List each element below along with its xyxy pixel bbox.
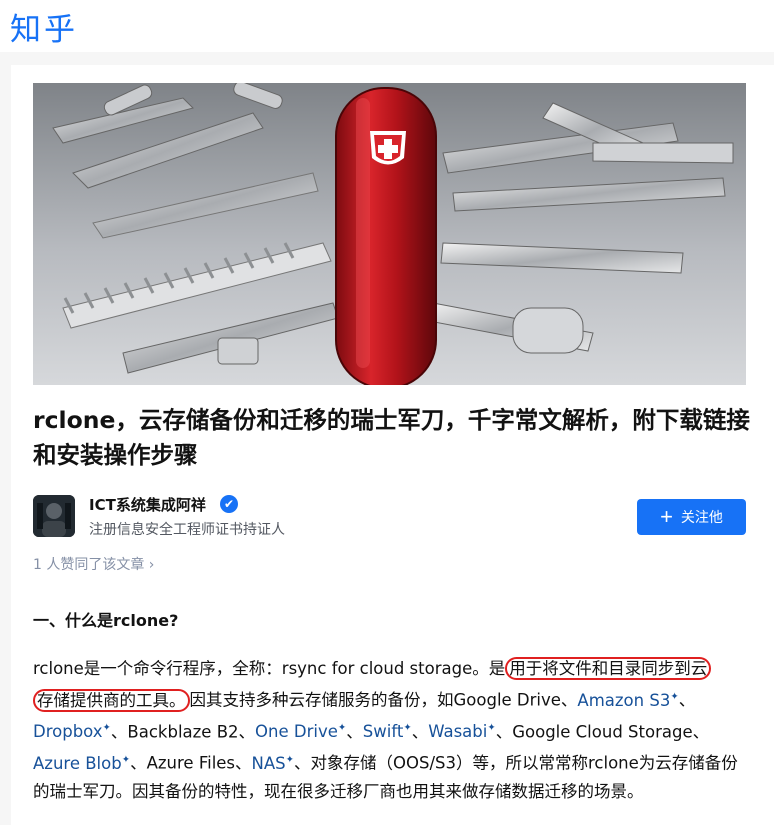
- link-one-drive[interactable]: One Drive✦: [255, 722, 346, 741]
- para-text: 、Google Cloud Storage、: [495, 722, 710, 741]
- verified-badge-icon: ✔: [220, 495, 238, 513]
- author-avatar[interactable]: [33, 495, 75, 537]
- top-bar: 知乎: [0, 0, 774, 52]
- zhihu-logo[interactable]: 知乎: [10, 4, 78, 49]
- follow-button-label: 关注他: [680, 509, 723, 525]
- para-text: 因其支持多种云存储服务的备份，如Google Drive、: [189, 690, 578, 710]
- follow-button[interactable]: + 关注他: [637, 499, 746, 535]
- article-title: rclone，云存储备份和迁移的瑞士军刀，千字常文解析，附下载链接和安装操作步骤: [33, 406, 750, 469]
- highlight-circle-2: 存储提供商的工具。: [33, 688, 190, 712]
- para-text: 、Azure Files、: [130, 753, 252, 773]
- section-heading: 一、什么是rclone?: [33, 611, 179, 630]
- link-sparkle-icon: ✦: [403, 722, 412, 734]
- para-text: rclone是一个命令行程序，全称：rsync for cloud storag…: [33, 659, 506, 678]
- link-dropbox[interactable]: Dropbox✦: [33, 722, 111, 741]
- para-text: 、: [678, 690, 696, 710]
- link-sparkle-icon: ✦: [121, 754, 131, 765]
- author-description: 注册信息安全工程师证书持证人: [89, 522, 285, 538]
- link-sparkle-icon: ✦: [285, 754, 295, 765]
- hero-image-swiss-army-knife: [33, 83, 746, 385]
- para-text: 、Backblaze B2、: [110, 722, 256, 741]
- avatar-image: [33, 495, 75, 537]
- link-sparkle-icon: ✦: [670, 691, 679, 702]
- article-paragraph: rclone是一个命令行程序，全称：rsync for cloud storag…: [33, 655, 753, 806]
- article-card: rclone，云存储备份和迁移的瑞士军刀，千字常文解析，附下载链接和安装操作步骤…: [11, 65, 774, 825]
- link-sparkle-icon: ✦: [337, 722, 347, 734]
- link-sparkle-icon: ✦: [102, 722, 111, 734]
- author-name[interactable]: ICT系统集成阿祥: [89, 494, 206, 515]
- link-sparkle-icon: ✦: [487, 722, 496, 734]
- swiss-army-knife-illustration: [33, 83, 746, 385]
- link-swift[interactable]: Swift✦: [363, 722, 412, 741]
- para-text: 、: [411, 722, 429, 741]
- plus-icon: +: [660, 504, 673, 529]
- link-amazon-s3[interactable]: Amazon S3✦: [577, 691, 678, 710]
- highlight-circle-1: 用于将文件和目录同步到云: [505, 657, 712, 680]
- link-nas[interactable]: NAS✦: [252, 754, 295, 773]
- link-azure-blob[interactable]: Azure Blob✦: [33, 754, 130, 773]
- link-wasabi[interactable]: Wasabi✦: [428, 722, 496, 741]
- para-text: 、: [346, 722, 363, 741]
- likers-link[interactable]: 1 人赞同了该文章 ›: [33, 554, 154, 574]
